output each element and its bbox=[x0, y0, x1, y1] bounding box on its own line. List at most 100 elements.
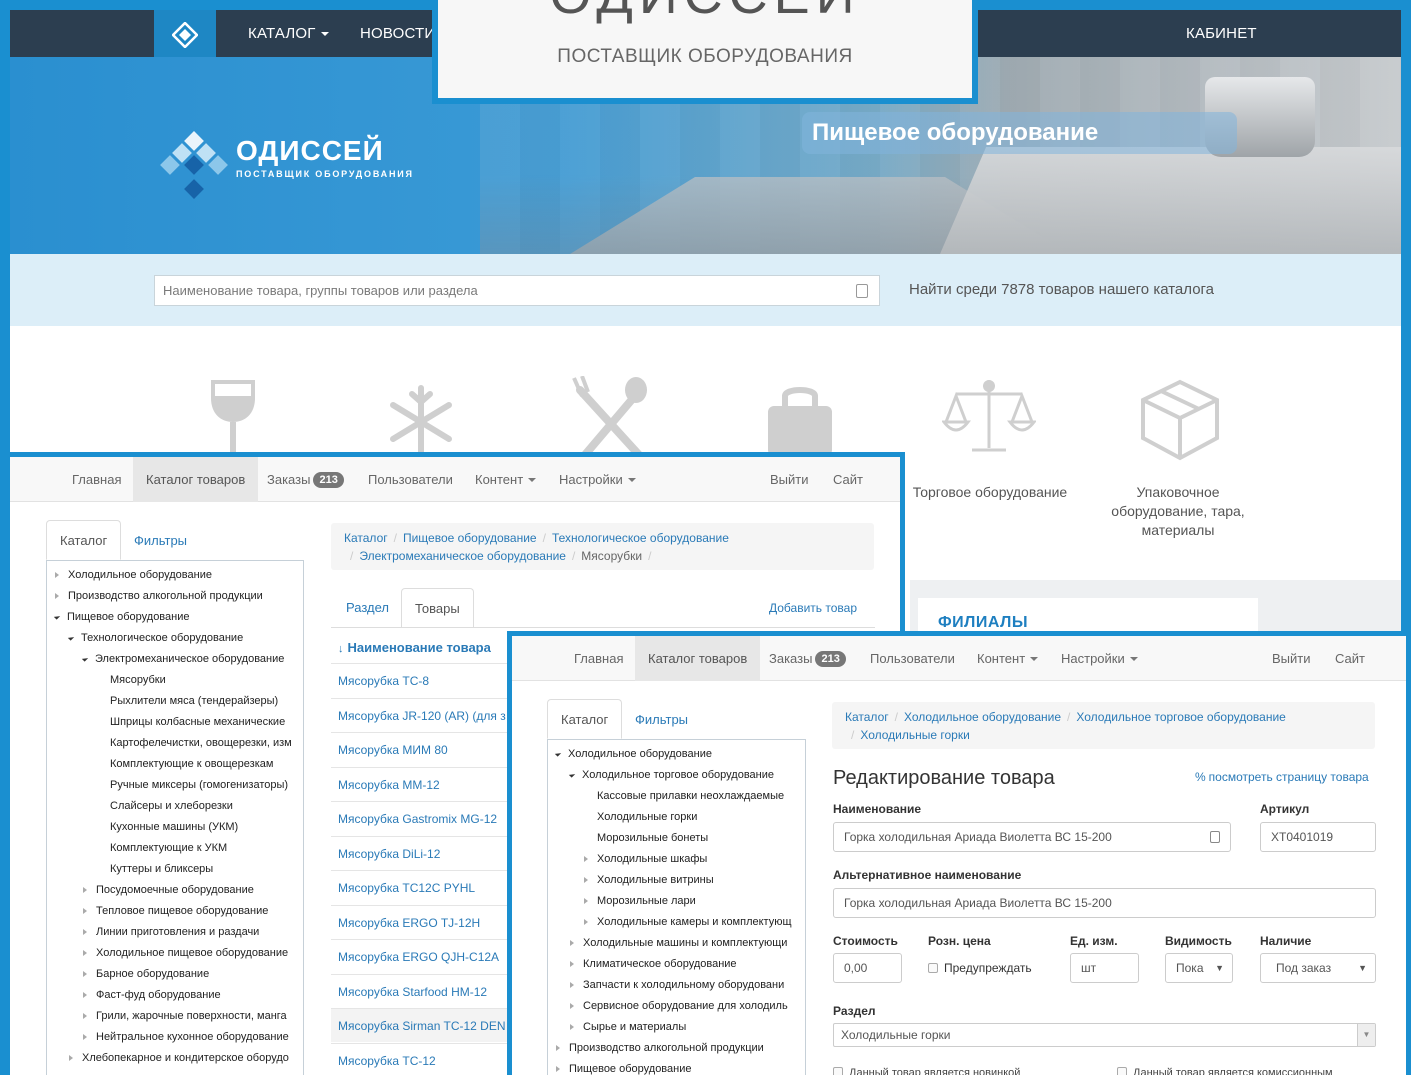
breadcrumb-item[interactable]: Технологическое оборудование bbox=[552, 531, 729, 545]
tree-node[interactable]: Ручные миксеры (гомогенизаторы) bbox=[47, 775, 288, 796]
collapsed-triangle-icon[interactable] bbox=[570, 1003, 574, 1009]
collapsed-triangle-icon[interactable] bbox=[570, 961, 574, 967]
nav-content[interactable]: Контент bbox=[462, 457, 549, 502]
collapsed-triangle-icon[interactable] bbox=[570, 940, 574, 946]
visibility-select[interactable]: Пока ▼ bbox=[1165, 953, 1233, 983]
new-product-checkbox[interactable]: Данный товар является новинкой bbox=[833, 1067, 1020, 1075]
tab-catalog[interactable]: Каталог bbox=[547, 699, 623, 739]
tree-node[interactable]: Шприцы колбасные механические bbox=[47, 712, 285, 733]
product-row[interactable]: Мясорубка ERGO TJ-12H bbox=[331, 904, 516, 939]
tree-node[interactable]: Рыхлители мяса (тендерайзеры) bbox=[47, 691, 278, 712]
collapsed-triangle-icon[interactable] bbox=[69, 1055, 73, 1061]
category-label-packaging[interactable]: Упаковочное оборудование, тара, материал… bbox=[1103, 483, 1253, 540]
expanded-triangle-icon[interactable] bbox=[554, 750, 562, 757]
availability-select[interactable]: Под заказ ▼ bbox=[1260, 953, 1376, 983]
name-input[interactable]: Горка холодильная Ариада Виолетта ВС 15-… bbox=[833, 822, 1231, 852]
sku-input[interactable]: XT0401019 bbox=[1260, 822, 1376, 852]
nav-home[interactable]: Главная bbox=[561, 636, 636, 681]
collapsed-triangle-icon[interactable] bbox=[83, 1034, 87, 1040]
tree-node[interactable]: Куттеры и бликсеры bbox=[47, 859, 213, 880]
nav-logout[interactable]: Выйти bbox=[1259, 636, 1324, 681]
nav-orders[interactable]: Заказы 213 bbox=[756, 636, 859, 681]
breadcrumb-item[interactable]: Каталог bbox=[845, 710, 889, 724]
tree-node[interactable]: Холодильное пищевое оборудование bbox=[47, 943, 288, 964]
collapsed-triangle-icon[interactable] bbox=[55, 593, 59, 599]
breadcrumb-item[interactable]: Электромеханическое оборудование bbox=[359, 549, 566, 563]
collapsed-triangle-icon[interactable] bbox=[83, 992, 87, 998]
tree-node[interactable]: Производство алкогольной продукции bbox=[47, 586, 263, 607]
nav-logout[interactable]: Выйти bbox=[757, 457, 822, 502]
nav-settings[interactable]: Настройки bbox=[546, 457, 649, 502]
tree-node[interactable]: Запчасти к холодильному оборудовани bbox=[548, 975, 784, 996]
breadcrumb-item[interactable]: Холодильное оборудование bbox=[904, 710, 1061, 724]
cost-input[interactable]: 0,00 bbox=[833, 953, 902, 983]
product-row[interactable]: Мясорубка JR-120 (AR) (для з bbox=[331, 697, 516, 732]
collapsed-triangle-icon[interactable] bbox=[556, 1045, 560, 1051]
tree-node[interactable]: Холодильное оборудование bbox=[548, 744, 712, 765]
scales-icon[interactable] bbox=[942, 374, 1036, 456]
expanded-triangle-icon[interactable] bbox=[568, 771, 576, 778]
product-row[interactable]: Мясорубка DiLi-12 bbox=[331, 835, 516, 870]
product-row[interactable]: Мясорубка Gastromix MG-12 bbox=[331, 801, 516, 835]
nav-site[interactable]: Сайт bbox=[1322, 636, 1378, 681]
tree-node[interactable]: Сервисное оборудование для холодиль bbox=[548, 996, 788, 1017]
warn-checkbox[interactable]: Предупреждать bbox=[928, 961, 1032, 975]
collapsed-triangle-icon[interactable] bbox=[556, 1066, 560, 1072]
expanded-triangle-icon[interactable] bbox=[81, 655, 89, 662]
product-row[interactable]: Мясорубка TC-8 bbox=[331, 663, 516, 697]
tab-products[interactable]: Товары bbox=[401, 588, 474, 628]
tree-node[interactable]: Комплектующие к УКМ bbox=[47, 838, 227, 859]
tree-node[interactable]: Тепловое пищевое оборудование bbox=[47, 901, 268, 922]
commission-checkbox[interactable]: Данный товар является комиссионным bbox=[1117, 1067, 1333, 1075]
tree-node[interactable]: Технологическое оборудование bbox=[47, 628, 243, 649]
nav-cabinet[interactable]: КАБИНЕТ bbox=[1186, 25, 1257, 42]
tree-node[interactable]: Нейтральное кухонное оборудование bbox=[47, 1027, 289, 1048]
tab-catalog[interactable]: Каталог bbox=[46, 520, 122, 560]
category-label-trade[interactable]: Торговое оборудование bbox=[905, 483, 1075, 502]
tree-node[interactable]: Слайсеры и хлеборезки bbox=[47, 796, 233, 817]
collapsed-triangle-icon[interactable] bbox=[584, 877, 588, 883]
tree-node[interactable]: Комплектующие к овощерезкам bbox=[47, 754, 273, 775]
collapsed-triangle-icon[interactable] bbox=[584, 919, 588, 925]
snowflake-icon[interactable] bbox=[386, 376, 456, 456]
section-select[interactable]: Холодильные горки ▼ bbox=[833, 1023, 1376, 1047]
product-row[interactable]: Мясорубка ERGO QJH-C12A bbox=[331, 939, 516, 973]
view-product-link[interactable]: % посмотреть страницу товара bbox=[1195, 770, 1369, 784]
collapsed-triangle-icon[interactable] bbox=[570, 1024, 574, 1030]
nav-catalog-products[interactable]: Каталог товаров bbox=[635, 636, 761, 681]
tree-node[interactable]: Холодильное торговое оборудование bbox=[548, 765, 774, 786]
nav-content[interactable]: Контент bbox=[964, 636, 1051, 681]
tree-node[interactable]: Фаст-фуд оборудование bbox=[47, 985, 221, 1006]
expanded-triangle-icon[interactable] bbox=[67, 634, 75, 641]
product-row[interactable]: Мясорубка TC12C PYHL bbox=[331, 870, 516, 904]
tree-node[interactable]: Производство алкогольной продукции bbox=[548, 1038, 764, 1059]
collapsed-triangle-icon[interactable] bbox=[83, 929, 87, 935]
collapsed-triangle-icon[interactable] bbox=[570, 982, 574, 988]
tree-node[interactable]: Сырье и материалы bbox=[548, 1017, 686, 1038]
collapsed-triangle-icon[interactable] bbox=[83, 908, 87, 914]
collapsed-triangle-icon[interactable] bbox=[83, 1013, 87, 1019]
bag-icon[interactable] bbox=[765, 376, 835, 456]
breadcrumb-item[interactable]: Холодильное торговое оборудование bbox=[1076, 710, 1285, 724]
tree-node[interactable]: Барное оборудование bbox=[47, 964, 209, 985]
tab-filters[interactable]: Фильтры bbox=[622, 700, 701, 740]
nav-home[interactable]: Главная bbox=[59, 457, 134, 502]
tree-node[interactable]: Холодильные витрины bbox=[548, 870, 714, 891]
add-product-link[interactable]: Добавить товар bbox=[769, 601, 857, 615]
expanded-triangle-icon[interactable] bbox=[53, 613, 61, 620]
sort-by-name-header[interactable]: ↓ Наименование товара bbox=[338, 640, 491, 655]
breadcrumb-item[interactable]: Пищевое оборудование bbox=[403, 531, 537, 545]
collapsed-triangle-icon[interactable] bbox=[83, 971, 87, 977]
tree-node[interactable]: Холодильные машины и комплектующи bbox=[548, 933, 787, 954]
nav-settings[interactable]: Настройки bbox=[1048, 636, 1151, 681]
tree-node[interactable]: Холодильное оборудование bbox=[47, 565, 212, 586]
tree-node[interactable]: Климатическое оборудование bbox=[548, 954, 737, 975]
product-row[interactable]: Мясорубка MM-12 bbox=[331, 766, 516, 801]
tree-node[interactable]: Хлебопекарное и кондитерское оборудо bbox=[47, 1048, 289, 1069]
box-icon[interactable] bbox=[1137, 378, 1223, 462]
collapsed-triangle-icon[interactable] bbox=[83, 950, 87, 956]
nav-catalog[interactable]: КАТАЛОГ bbox=[248, 25, 329, 42]
product-row[interactable]: Мясорубка МИМ 80 bbox=[331, 732, 516, 766]
collapsed-triangle-icon[interactable] bbox=[83, 887, 87, 893]
breadcrumb-item[interactable]: Холодильные горки bbox=[860, 728, 969, 742]
